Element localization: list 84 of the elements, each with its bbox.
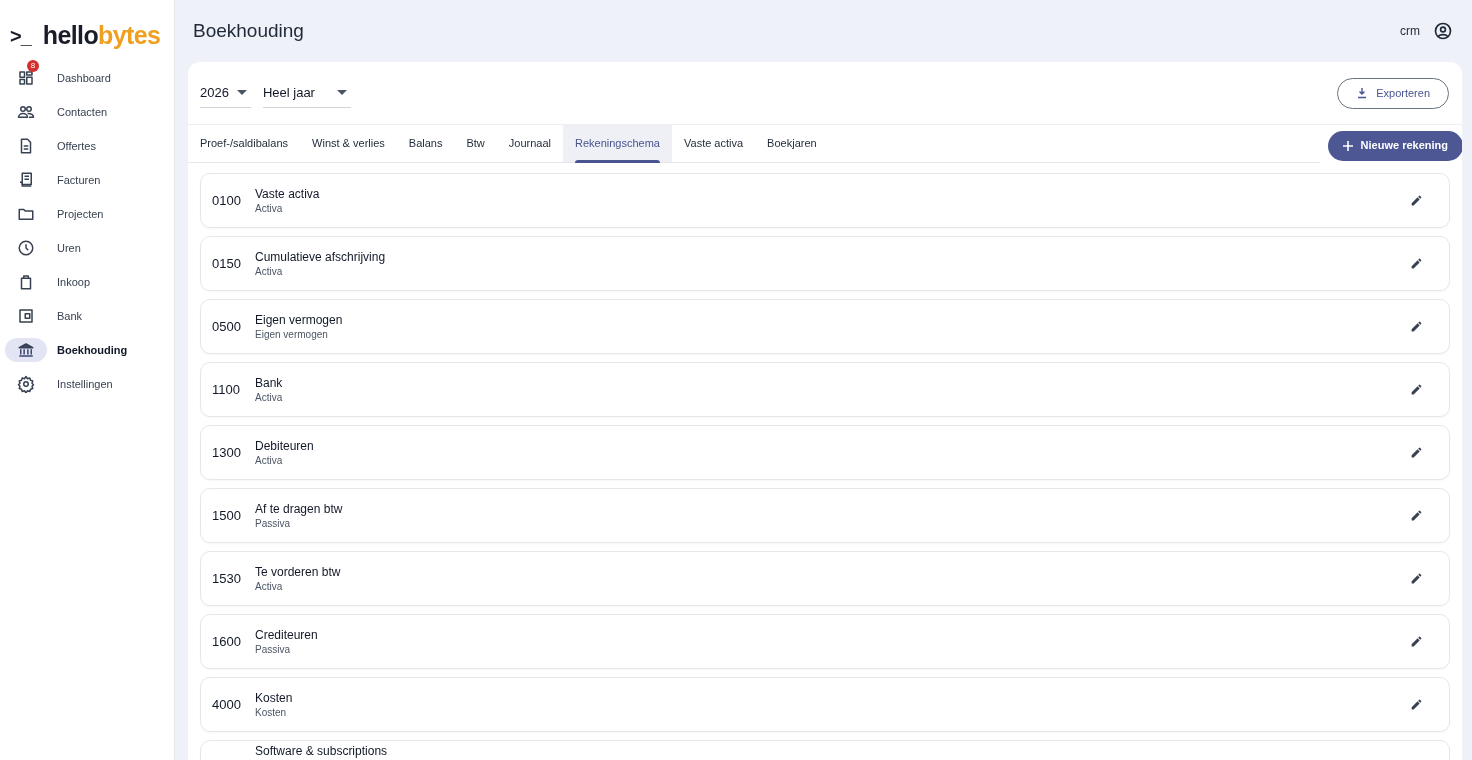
notification-badge: 8 — [27, 60, 39, 72]
account-name: Vaste activa — [255, 185, 321, 202]
caret-icon — [236, 89, 247, 96]
account-row[interactable]: 1100 Bank Activa — [200, 362, 1450, 417]
account-row[interactable]: 0150 Cumulatieve afschrijving Activa — [200, 236, 1450, 291]
caret-icon — [336, 89, 347, 96]
account-row[interactable]: 1500 Af te dragen btw Passiva — [200, 488, 1450, 543]
account-code: 0100 — [212, 191, 242, 210]
sidebar-item[interactable]: Boekhouding — [0, 336, 174, 364]
tab[interactable]: Boekjaren — [755, 125, 829, 162]
edit-icon[interactable] — [1410, 446, 1423, 459]
edit-icon[interactable] — [1410, 509, 1423, 522]
logo-wordmark: hellobytes — [42, 20, 161, 52]
account-row[interactable]: Software & subscriptions — [200, 740, 1450, 760]
plus-icon — [1342, 140, 1353, 151]
tab[interactable]: Rekeningschema — [563, 125, 672, 162]
account-name: Debiteuren — [255, 437, 315, 454]
account-code: 0150 — [212, 254, 242, 273]
year-select[interactable]: 2026 — [200, 78, 251, 108]
sidebar-item[interactable]: Inkoop — [0, 268, 174, 296]
account-name: Software & subscriptions — [255, 743, 389, 759]
tab[interactable]: Journaal — [496, 125, 563, 162]
new-account-button[interactable]: Nieuwe rekening — [1327, 130, 1462, 161]
clock-icon — [17, 239, 35, 257]
page-title: Boekhouding — [193, 18, 305, 43]
account-type: Activa — [255, 453, 284, 468]
account-row[interactable]: 0500 Eigen vermogen Eigen vermogen — [200, 299, 1450, 354]
account-name: Te vorderen btw — [255, 563, 342, 580]
account-name: Af te dragen btw — [255, 500, 344, 517]
account-type: Eigen vermogen — [255, 327, 329, 342]
tab[interactable]: Proef-/saldibalans — [188, 125, 301, 162]
account-row[interactable]: 1600 Crediteuren Passiva — [200, 614, 1450, 669]
account-type: Activa — [255, 201, 284, 216]
account-name: Eigen vermogen — [255, 311, 344, 328]
sidebar-item[interactable]: Instellingen — [0, 370, 174, 398]
user-name: crm — [1400, 23, 1420, 40]
edit-icon[interactable] — [1410, 194, 1423, 207]
sidebar-item[interactable]: Uren — [0, 234, 174, 262]
tab[interactable]: Winst & verlies — [300, 125, 397, 162]
account-type: Kosten — [255, 705, 288, 720]
grid-icon — [17, 69, 35, 87]
account-name: Bank — [255, 374, 284, 391]
sidebar-item[interactable]: Bank — [0, 302, 174, 330]
account-type: Passiva — [255, 516, 291, 531]
account-code: 1530 — [212, 569, 242, 588]
account-name: Cumulatieve afschrijving — [255, 248, 387, 265]
account-code: 1500 — [212, 506, 242, 525]
sidebar-item[interactable]: Contacten — [0, 98, 174, 126]
tab[interactable]: Balans — [396, 125, 455, 162]
receipt-icon — [17, 171, 35, 189]
account-name: Crediteuren — [255, 626, 319, 643]
edit-icon[interactable] — [1410, 572, 1423, 585]
tab[interactable]: Vaste activa — [672, 125, 756, 162]
settings-icon — [17, 375, 35, 393]
sidebar-item[interactable]: Facturen — [0, 166, 174, 194]
account-row[interactable]: 4000 Kosten Kosten — [200, 677, 1450, 732]
period-select[interactable]: Heel jaar — [262, 78, 351, 108]
account-icon[interactable] — [1434, 22, 1452, 40]
account-type: Activa — [255, 579, 284, 594]
account-row[interactable]: 1300 Debiteuren Activa — [200, 425, 1450, 480]
account-code: 4000 — [212, 695, 242, 714]
bank-icon — [17, 341, 35, 359]
account-type: Passiva — [255, 642, 291, 657]
account-code: 1600 — [212, 632, 242, 651]
tab[interactable]: Btw — [454, 125, 497, 162]
account-code: 1300 — [212, 443, 242, 462]
download-icon — [1356, 87, 1369, 99]
edit-icon[interactable] — [1410, 698, 1423, 711]
account-row[interactable]: 1530 Te vorderen btw Activa — [200, 551, 1450, 606]
account-code: 1100 — [212, 380, 241, 399]
account-type: Activa — [255, 390, 284, 405]
sidebar-item[interactable]: Projecten — [0, 200, 174, 228]
sidebar-item[interactable]: Offertes — [0, 132, 174, 160]
account-type: Activa — [255, 264, 284, 279]
edit-icon[interactable] — [1410, 257, 1423, 270]
people-icon — [17, 103, 35, 121]
account-name: Kosten — [255, 689, 294, 706]
edit-icon[interactable] — [1410, 383, 1423, 396]
account-row[interactable]: 0100 Vaste activa Activa — [200, 173, 1450, 228]
wallet-icon — [17, 307, 35, 325]
edit-icon[interactable] — [1410, 320, 1423, 333]
logo-prompt: >_ — [10, 24, 31, 49]
account-code: 0500 — [212, 317, 242, 336]
edit-icon[interactable] — [1410, 635, 1423, 648]
